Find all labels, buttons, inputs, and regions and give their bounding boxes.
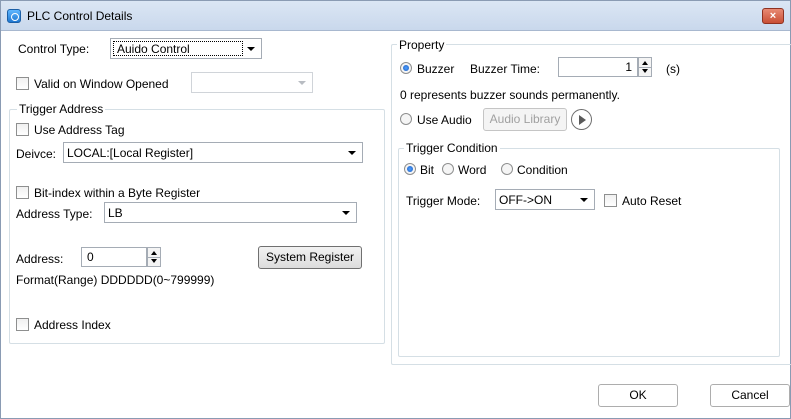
buzzer-note: 0 represents buzzer sounds permanently. — [400, 88, 620, 102]
use-address-tag-label: Use Address Tag — [34, 123, 125, 137]
bit-index-checkbox[interactable] — [16, 186, 29, 199]
valid-window-label: Valid on Window Opened — [34, 77, 169, 91]
chevron-down-icon — [247, 47, 255, 51]
plc-control-details-dialog: PLC Control Details × Control Type: Auid… — [0, 0, 791, 419]
buzzer-label: Buzzer — [417, 62, 455, 76]
trigger-condition-group — [398, 148, 780, 357]
address-format-text: Format(Range) DDDDDD(0~799999) — [16, 273, 215, 287]
trigger-mode-value: OFF->ON — [499, 193, 552, 207]
device-label: Deivce: — [16, 147, 57, 161]
device-value: LOCAL:[Local Register] — [67, 146, 194, 160]
device-select[interactable]: LOCAL:[Local Register] — [63, 142, 363, 163]
chevron-down-icon — [580, 198, 588, 202]
trigger-condition-title: Trigger Condition — [404, 141, 500, 155]
use-address-tag-checkbox[interactable] — [16, 123, 29, 136]
bit-index-label: Bit-index within a Byte Register — [34, 186, 201, 200]
use-audio-label: Use Audio — [417, 113, 472, 127]
trigger-address-title: Trigger Address — [17, 102, 106, 116]
trigger-mode-select[interactable]: OFF->ON — [495, 189, 595, 210]
use-audio-radio[interactable] — [400, 113, 412, 125]
stepper-up-icon[interactable] — [151, 251, 157, 255]
stepper-down-icon[interactable] — [642, 69, 648, 73]
buzzer-unit: (s) — [666, 62, 680, 76]
address-value: 0 — [87, 250, 94, 264]
chevron-down-icon — [348, 151, 356, 155]
valid-window-checkbox[interactable] — [16, 77, 29, 90]
buzzer-time-value: 1 — [625, 60, 632, 74]
plc-app-icon — [7, 9, 21, 23]
address-label: Address: — [16, 252, 64, 266]
control-type-label: Control Type: — [18, 42, 90, 56]
stepper-divider — [639, 67, 651, 68]
auto-reset-checkbox[interactable] — [604, 194, 617, 207]
buzzer-time-stepper[interactable] — [638, 57, 652, 77]
window-title: PLC Control Details — [27, 9, 133, 23]
cancel-button[interactable]: Cancel — [710, 384, 790, 407]
address-type-label: Address Type: — [16, 207, 93, 221]
play-icon[interactable] — [571, 109, 592, 130]
stepper-divider — [148, 257, 160, 258]
buzzer-time-label: Buzzer Time: — [470, 62, 541, 76]
address-input[interactable]: 0 — [81, 247, 147, 267]
control-type-select[interactable]: Auido Control — [110, 38, 262, 59]
address-type-select[interactable]: LB — [104, 202, 357, 223]
title-bar[interactable]: PLC Control Details × — [1, 1, 790, 31]
ok-button[interactable]: OK — [598, 384, 678, 407]
address-index-label: Address Index — [34, 318, 111, 332]
trigger-mode-label: Trigger Mode: — [406, 194, 481, 208]
condition-option-condition: Condition — [517, 163, 568, 177]
address-stepper[interactable] — [147, 247, 161, 267]
condition-radio-word[interactable] — [442, 163, 454, 175]
control-type-value: Auido Control — [117, 42, 190, 56]
audio-library-button[interactable]: Audio Library — [483, 108, 567, 131]
system-register-button[interactable]: System Register — [258, 246, 362, 269]
address-index-checkbox[interactable] — [16, 318, 29, 331]
buzzer-time-input[interactable]: 1 — [558, 57, 638, 77]
close-icon[interactable]: × — [762, 8, 784, 24]
buzzer-radio[interactable] — [400, 62, 412, 74]
auto-reset-label: Auto Reset — [622, 194, 682, 208]
chevron-down-icon — [298, 81, 306, 85]
condition-option-word: Word — [458, 163, 487, 177]
address-type-value: LB — [108, 206, 123, 220]
condition-radio-condition[interactable] — [501, 163, 513, 175]
condition-option-bit: Bit — [420, 163, 435, 177]
stepper-down-icon[interactable] — [151, 259, 157, 263]
chevron-down-icon — [342, 211, 350, 215]
valid-window-select[interactable] — [191, 72, 313, 93]
stepper-up-icon[interactable] — [642, 61, 648, 65]
property-title: Property — [397, 38, 447, 52]
condition-radio-bit[interactable] — [404, 163, 416, 175]
